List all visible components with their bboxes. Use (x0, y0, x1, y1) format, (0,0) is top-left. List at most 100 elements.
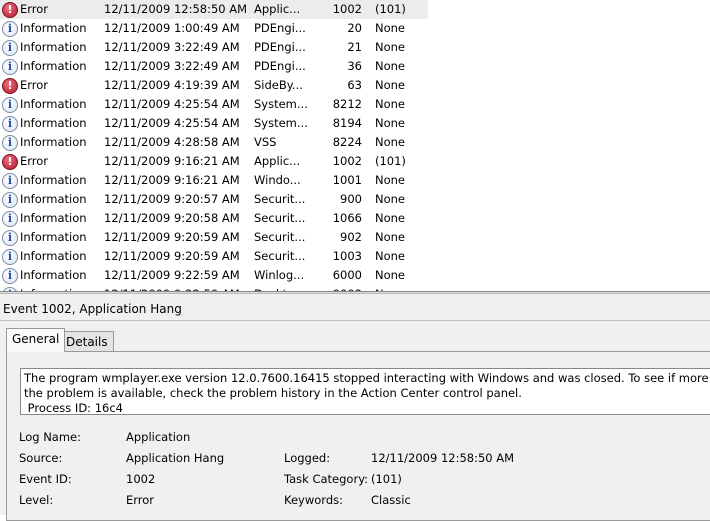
event-date: 12/11/2009 4:25:54 AM (104, 97, 240, 111)
level-value: Error (126, 493, 155, 507)
event-level: Information (20, 97, 87, 111)
event-level: Information (20, 211, 87, 225)
event-level: Information (20, 230, 87, 244)
task-category-label: Task Category: (284, 472, 369, 486)
event-id-value: 1002 (126, 472, 156, 486)
event-source: Winlog... (254, 268, 305, 282)
event-level: Information (20, 59, 87, 73)
info-icon: i (2, 116, 18, 132)
event-task: None (375, 59, 406, 73)
event-task: (101) (375, 154, 406, 168)
event-row[interactable]: i Information 12/11/2009 3:22:49 AM PDEn… (0, 57, 428, 76)
event-level: Error (20, 78, 49, 92)
event-id: 21 (347, 40, 362, 54)
event-task: None (375, 135, 406, 149)
event-detail-pane: Event 1002, Application Hang General Det… (0, 294, 710, 521)
level-label: Level: (19, 493, 54, 507)
general-panel: The program wmplayer.exe version 12.0.76… (6, 351, 710, 521)
event-level: Error (20, 2, 49, 16)
event-row[interactable]: i Information 12/11/2009 3:22:49 AM PDEn… (0, 38, 428, 57)
event-date: 12/11/2009 9:20:59 AM (104, 230, 240, 244)
event-row[interactable]: i Information 12/11/2009 9:20:57 AM Secu… (0, 190, 428, 209)
logged-label: Logged: (284, 451, 331, 465)
event-date: 12/11/2009 3:22:49 AM (104, 59, 240, 73)
event-id: 8224 (332, 135, 362, 149)
event-row[interactable]: i Information 12/11/2009 9:20:59 AM Secu… (0, 228, 428, 247)
source-value: Application Hang (126, 451, 225, 465)
event-source: Applic... (254, 2, 301, 16)
info-icon: i (2, 230, 18, 246)
event-date: 12/11/2009 9:20:58 AM (104, 211, 240, 225)
event-id: 1002 (332, 154, 362, 168)
message-line: Process ID: 16c4 (24, 401, 123, 415)
event-id: 900 (340, 192, 362, 206)
event-source: System... (254, 97, 308, 111)
event-list[interactable]: ! Error 12/11/2009 12:58:50 AM Applic...… (0, 0, 710, 291)
event-row[interactable]: i Information 12/11/2009 1:00:49 AM PDEn… (0, 19, 428, 38)
event-level: Information (20, 116, 87, 130)
event-row[interactable]: i Information 12/11/2009 9:16:21 AM Wind… (0, 171, 428, 190)
event-date: 12/11/2009 1:00:49 AM (104, 21, 240, 35)
event-date: 12/11/2009 4:28:58 AM (104, 135, 240, 149)
log-name-value: Application (126, 430, 191, 444)
event-date: 12/11/2009 9:20:57 AM (104, 192, 240, 206)
event-row[interactable]: i Information 12/11/2009 9:22:59 AM Winl… (0, 266, 428, 285)
info-icon: i (2, 59, 18, 75)
tab-details[interactable]: Details (60, 331, 114, 352)
event-id-label: Event ID: (19, 472, 72, 486)
keywords-value: Classic (371, 493, 411, 507)
event-level: Information (20, 21, 87, 35)
event-date: 12/11/2009 9:16:21 AM (104, 154, 240, 168)
event-level: Information (20, 40, 87, 54)
info-icon: i (2, 268, 18, 284)
event-task: None (375, 21, 406, 35)
event-id: 1001 (332, 173, 362, 187)
event-row[interactable]: i Information 12/11/2009 4:28:58 AM VSS … (0, 133, 428, 152)
event-id: 902 (340, 230, 362, 244)
event-id: 63 (347, 78, 362, 92)
event-task: None (375, 40, 406, 54)
event-task: None (375, 211, 406, 225)
event-id: 1003 (332, 249, 362, 263)
event-message[interactable]: The program wmplayer.exe version 12.0.76… (20, 368, 710, 415)
event-date: 12/11/2009 3:22:49 AM (104, 40, 240, 54)
error-icon: ! (2, 78, 18, 94)
error-icon: ! (2, 154, 18, 170)
event-row[interactable]: i Information 12/11/2009 9:20:59 AM Secu… (0, 247, 428, 266)
event-task: None (375, 78, 406, 92)
keywords-label: Keywords: (284, 493, 343, 507)
event-row[interactable]: ! Error 12/11/2009 9:16:21 AM Applic... … (0, 152, 428, 171)
task-category-value: (101) (371, 472, 402, 486)
event-task: None (375, 116, 406, 130)
event-date: 12/11/2009 9:20:59 AM (104, 249, 240, 263)
event-date: 12/11/2009 12:58:50 AM (104, 2, 248, 16)
event-source: PDEngi... (254, 21, 306, 35)
event-task: None (375, 249, 406, 263)
event-date: 12/11/2009 4:25:54 AM (104, 116, 240, 130)
event-date: 12/11/2009 9:16:21 AM (104, 173, 240, 187)
event-row[interactable]: i Information 12/11/2009 9:20:58 AM Secu… (0, 209, 428, 228)
info-icon: i (2, 97, 18, 113)
event-source: PDEngi... (254, 59, 306, 73)
event-task: None (375, 230, 406, 244)
info-icon: i (2, 211, 18, 227)
event-task: None (375, 192, 406, 206)
event-title: Event 1002, Application Hang (0, 294, 710, 321)
error-icon: ! (2, 2, 18, 18)
event-source: Windo... (254, 173, 301, 187)
event-id: 1066 (332, 211, 362, 225)
event-task: (101) (375, 2, 406, 16)
event-source: Applic... (254, 154, 301, 168)
event-row[interactable]: ! Error 12/11/2009 12:58:50 AM Applic...… (0, 0, 428, 19)
event-source: System... (254, 116, 308, 130)
event-source: VSS (254, 135, 277, 149)
event-row[interactable]: i Information 12/11/2009 4:25:54 AM Syst… (0, 114, 428, 133)
event-level: Information (20, 135, 87, 149)
event-level: Information (20, 173, 87, 187)
event-level: Information (20, 249, 87, 263)
tab-general[interactable]: General (6, 328, 66, 352)
info-icon: i (2, 21, 18, 37)
event-row[interactable]: i Information 12/11/2009 4:25:54 AM Syst… (0, 95, 428, 114)
event-row[interactable]: ! Error 12/11/2009 4:19:39 AM SideBy... … (0, 76, 428, 95)
event-source: Securit... (254, 230, 306, 244)
